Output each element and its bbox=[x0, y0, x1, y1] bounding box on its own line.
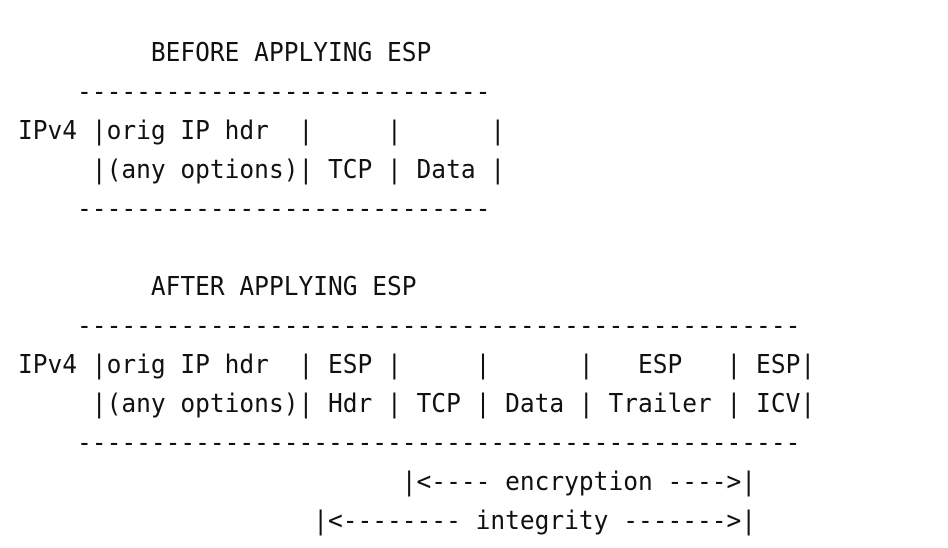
after-top-border: ----------------------------------------… bbox=[18, 311, 801, 341]
before-row-1: IPv4 |orig IP hdr | | | bbox=[18, 116, 506, 146]
after-bottom-border: ----------------------------------------… bbox=[18, 428, 801, 458]
before-row-2: |(any options)| TCP | Data | bbox=[18, 155, 506, 185]
after-title: AFTER APPLYING ESP bbox=[18, 272, 417, 302]
esp-packet-diagram: BEFORE APPLYING ESP --------------------… bbox=[18, 34, 815, 541]
after-row-1: IPv4 |orig IP hdr | ESP | | | ESP | ESP| bbox=[18, 350, 816, 380]
before-title: BEFORE APPLYING ESP bbox=[18, 38, 432, 68]
integrity-span: |<-------- integrity ------->| bbox=[18, 506, 757, 536]
before-top-border: ---------------------------- bbox=[18, 77, 491, 107]
after-row-2: |(any options)| Hdr | TCP | Data | Trail… bbox=[18, 389, 816, 419]
before-bottom-border: ---------------------------- bbox=[18, 194, 491, 224]
encryption-span: |<---- encryption ---->| bbox=[18, 467, 757, 497]
